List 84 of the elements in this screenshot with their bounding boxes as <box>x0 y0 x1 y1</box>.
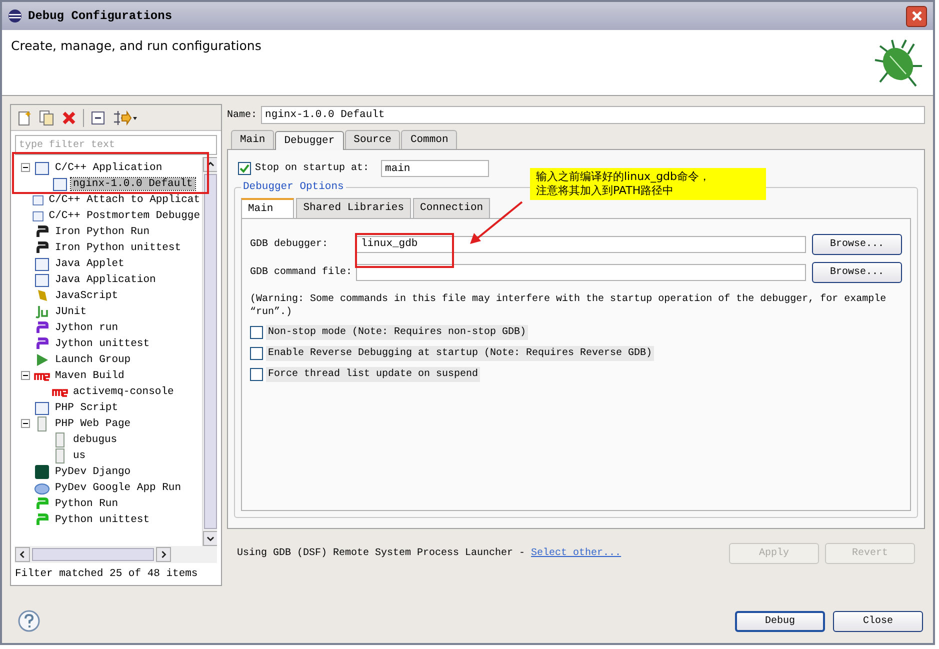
select-other-link[interactable]: Select other... <box>531 548 622 558</box>
group-title: Debugger Options <box>241 181 346 193</box>
collapse-toggle-icon[interactable] <box>21 418 31 429</box>
stop-label: Stop on startup at: <box>255 163 370 174</box>
config-tab[interactable]: Main <box>231 130 274 149</box>
tree-item[interactable]: PHP Web Page <box>53 418 133 430</box>
tree-item[interactable]: Launch Group <box>53 354 133 366</box>
options-tab[interactable]: Main <box>241 198 294 218</box>
junit-config-icon <box>34 304 50 320</box>
new-config-icon[interactable] <box>17 110 33 126</box>
vertical-scrollbar[interactable] <box>202 156 217 546</box>
dialog-button[interactable]: Debug <box>735 610 825 632</box>
tree-item[interactable]: Iron Python Run <box>53 226 152 238</box>
field-label: GDB debugger: <box>250 238 330 250</box>
tree-item[interactable]: Jython run <box>53 322 120 334</box>
option-checkbox[interactable] <box>250 326 263 339</box>
pyrun-config-icon <box>34 512 50 528</box>
tree-item[interactable]: JavaScript <box>53 290 120 302</box>
tree-item[interactable]: debugus <box>71 434 120 446</box>
dialog-button[interactable]: Close <box>833 610 923 632</box>
startup-symbol-field[interactable]: main <box>381 160 490 177</box>
tree-item[interactable]: activemq-console <box>71 386 176 398</box>
help-icon[interactable] <box>18 610 40 632</box>
warning-text: (Warning: Some commands in this file may interfere with the startup operation of the debugger, for example “run”.) <box>250 293 888 319</box>
tree-item[interactable]: PHP Script <box>53 402 120 414</box>
launcher-text: Using GDB (DSF) Remote System Process Launcher - <box>237 548 526 558</box>
option-checkbox[interactable] <box>250 368 263 381</box>
option-checkbox[interactable] <box>250 347 263 360</box>
option-label: Non-stop mode (Note: Requires non-stop GDB) <box>266 325 528 340</box>
window-title: Debug Configurations <box>28 9 172 23</box>
filter-icon[interactable] <box>112 110 138 126</box>
jython-config-icon <box>34 320 50 336</box>
tree-item[interactable]: C/C++ Postmortem Debugge <box>46 210 202 222</box>
options-tab[interactable]: Shared Libraries <box>296 198 412 218</box>
tree-item[interactable]: Iron Python unittest <box>53 242 184 254</box>
path-field[interactable] <box>356 264 806 280</box>
callout-text: 注意将其加入到PATH路径中 <box>536 184 675 198</box>
callout-text: 输入之前编译好的linux_gdb命令， <box>536 170 712 184</box>
tree-item[interactable]: C/C++ Application <box>53 162 164 174</box>
field-label: GDB command file: <box>250 266 354 278</box>
name-label: Name: <box>227 110 258 120</box>
browse-button[interactable]: Browse... <box>812 234 902 254</box>
tree-item[interactable]: Maven Build <box>53 370 126 382</box>
browse-button[interactable]: Browse... <box>812 262 902 282</box>
pyrun-config-icon <box>34 496 50 512</box>
config-tab[interactable]: Common <box>401 130 458 149</box>
tree-item[interactable]: Java Applet <box>53 258 126 270</box>
option-label: Enable Reverse Debugging at startup (Note: Requires Reverse GDB) <box>266 346 654 361</box>
tree-item[interactable]: Python unittest <box>53 514 152 526</box>
duplicate-icon[interactable] <box>39 110 55 126</box>
delete-icon[interactable] <box>61 110 77 126</box>
config-tab[interactable]: Source <box>344 130 400 149</box>
tree-item[interactable]: C/C++ Attach to Applicat <box>46 194 202 206</box>
tree-item[interactable]: PyDev Django <box>53 466 133 478</box>
tree-item[interactable]: PyDev Google App Run <box>53 482 184 494</box>
option-label: Force thread list update on suspend <box>266 367 480 382</box>
scroll-left-icon[interactable] <box>15 546 30 562</box>
stop-checkbox[interactable] <box>238 162 251 175</box>
close-icon <box>910 10 922 22</box>
tree-item[interactable]: us <box>71 450 88 462</box>
python-config-icon <box>34 240 50 256</box>
filter-field[interactable]: type filter text <box>15 135 217 155</box>
path-field[interactable]: linux_gdb <box>356 236 806 252</box>
selected-tree-item[interactable]: nginx-1.0.0 Default <box>71 178 195 190</box>
filter-status: Filter matched 25 of 48 items <box>14 566 199 582</box>
header-message: Create, manage, and run configurations <box>11 38 262 53</box>
collapse-toggle-icon[interactable] <box>21 162 31 173</box>
name-field[interactable]: nginx-1.0.0 Default <box>261 106 925 124</box>
python-config-icon <box>34 224 50 240</box>
close-button[interactable] <box>906 6 927 26</box>
collapse-toggle-icon[interactable] <box>21 370 31 381</box>
tree-item[interactable]: Jython unittest <box>53 338 152 350</box>
django-config-icon <box>34 464 50 480</box>
tree-item[interactable]: Java Application <box>53 274 158 286</box>
scroll-right-icon[interactable] <box>156 546 171 562</box>
jython-config-icon <box>34 336 50 352</box>
collapse-all-icon[interactable] <box>90 110 106 126</box>
tree-item[interactable]: JUnit <box>53 306 89 318</box>
launch-config-icon <box>34 352 50 368</box>
scroll-down-icon[interactable] <box>202 530 217 546</box>
horizontal-scrollbar[interactable] <box>15 546 217 563</box>
tree-item[interactable]: Python Run <box>53 498 120 510</box>
options-tab[interactable]: Connection <box>413 198 490 218</box>
config-tab[interactable]: Debugger <box>275 131 344 150</box>
